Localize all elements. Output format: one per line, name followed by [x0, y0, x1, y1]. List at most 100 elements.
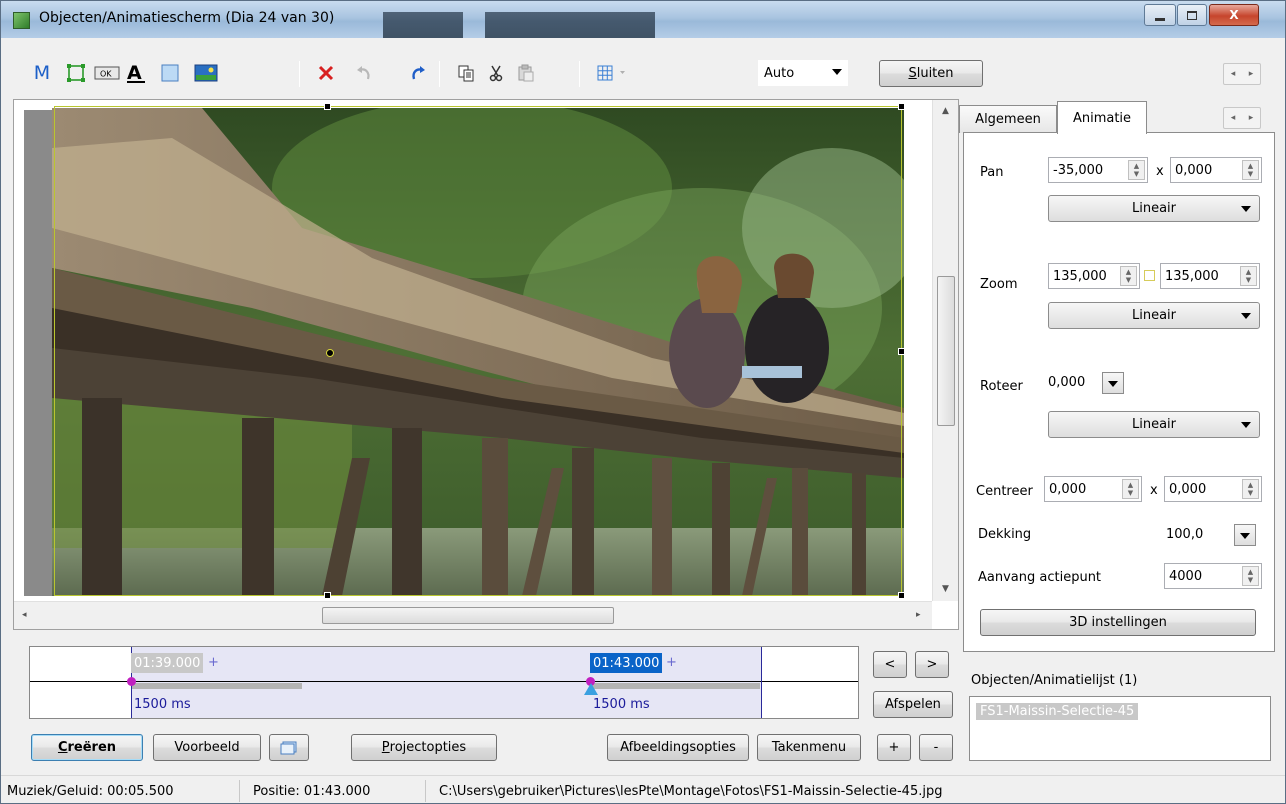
scroll-up-icon[interactable]: ▲	[942, 106, 949, 116]
keyframe-marker[interactable]	[127, 677, 136, 686]
scroll-right-icon[interactable]: ▸	[916, 610, 921, 620]
current-position-marker-icon[interactable]	[584, 683, 598, 695]
keyframe-time-2[interactable]: 01:43.000	[590, 653, 663, 673]
opacity-field[interactable]: 100,0	[1162, 521, 1226, 547]
close-icon: X	[1229, 8, 1239, 22]
add-keyframe-button[interactable]: +	[877, 734, 911, 761]
resize-handle[interactable]	[898, 348, 905, 355]
chevron-down-icon	[1108, 381, 1118, 387]
pan-y-field[interactable]: 0,000 ▲ ▼	[1170, 157, 1262, 183]
minimize-button[interactable]	[1144, 4, 1176, 26]
image-options-button[interactable]: Afbeeldingsopties	[607, 734, 749, 761]
copy-button[interactable]	[453, 59, 479, 87]
undo-button[interactable]	[351, 59, 377, 87]
play-button[interactable]: Afspelen	[873, 691, 953, 718]
resize-handle[interactable]	[898, 103, 905, 110]
vertical-scrollbar[interactable]: ▲ ▼	[932, 100, 958, 601]
chevron-right-icon: >	[926, 657, 938, 672]
center-y-field[interactable]: 0,000 ▲ ▼	[1164, 476, 1262, 502]
project-options-button[interactable]: Projectopties	[351, 734, 497, 761]
object-list-title: Objecten/Animatielijst (1)	[971, 673, 1138, 688]
resize-handle[interactable]	[898, 592, 905, 599]
add-button-object[interactable]: OK	[93, 59, 121, 87]
keyframe-duration-2: 1500 ms	[593, 697, 650, 712]
object-list[interactable]: FS1-Maissin-Selectie-45	[969, 696, 1271, 761]
add-image-button[interactable]	[191, 59, 221, 87]
zoom-x-field[interactable]: 135,000 ▲ ▼	[1048, 263, 1140, 289]
tab-general[interactable]: Algemeen	[959, 105, 1057, 133]
keyframe-timeline[interactable]: 01:39.000 + 01:43.000 + 1500 ms 1500 ms	[29, 646, 859, 719]
opacity-dropdown[interactable]	[1234, 524, 1256, 546]
next-keyframe-button[interactable]: >	[915, 651, 949, 678]
spinner-icon[interactable]: ▲ ▼	[1122, 479, 1139, 499]
horizontal-scroll-thumb[interactable]	[322, 607, 614, 624]
close-button[interactable]: X	[1209, 4, 1259, 26]
minus-icon: -	[933, 740, 939, 755]
spinner-icon[interactable]: ▲ ▼	[1242, 566, 1259, 586]
add-text-button[interactable]: A	[123, 59, 149, 87]
resize-handle[interactable]	[324, 592, 331, 599]
add-rectangle-button[interactable]	[157, 59, 183, 87]
center-x-field[interactable]: 0,000 ▲ ▼	[1044, 476, 1142, 502]
slide-list-button[interactable]	[269, 734, 309, 761]
tab-animation[interactable]: Animatie	[1057, 101, 1147, 134]
close-editor-button[interactable]: Sluiten	[879, 60, 983, 87]
task-menu-button[interactable]: Takenmenu	[757, 734, 861, 761]
zoom-link-checkbox[interactable]	[1144, 270, 1155, 281]
scroll-down-icon[interactable]: ▼	[942, 584, 949, 594]
image-options-label: Afbeeldingsopties	[620, 740, 736, 755]
add-mask-button[interactable]: M	[31, 59, 53, 87]
pan-x-field[interactable]: -35,000 ▲ ▼	[1048, 157, 1148, 183]
redo-button[interactable]	[405, 59, 431, 87]
preview-button[interactable]: Voorbeeld	[153, 734, 261, 761]
delete-button[interactable]	[313, 59, 339, 87]
keyframe-time-1[interactable]: 01:39.000	[131, 653, 204, 673]
grid-icon	[597, 65, 625, 81]
grid-button[interactable]	[593, 59, 635, 87]
title-bar[interactable]: Objecten/Animatiescherm (Dia 24 van 30) …	[1, 1, 1285, 38]
spinner-icon[interactable]: ▲ ▼	[1242, 479, 1259, 499]
vertical-scroll-thumb[interactable]	[937, 276, 955, 426]
start-action-field[interactable]: 4000 ▲ ▼	[1164, 563, 1262, 589]
pan-interpolation-select[interactable]: Lineair	[1048, 195, 1260, 222]
rotate-interpolation-select[interactable]: Lineair	[1048, 411, 1260, 438]
previous-keyframe-button[interactable]: <	[873, 651, 907, 678]
create-button[interactable]: Creëren	[31, 734, 143, 761]
close-editor-label: luiten	[916, 66, 954, 81]
spinner-icon[interactable]: ▲ ▼	[1128, 160, 1145, 180]
zoom-y-field[interactable]: 135,000 ▲ ▼	[1160, 263, 1260, 289]
scroll-left-icon[interactable]: ◂	[22, 610, 27, 620]
toolbar-separator	[299, 61, 300, 87]
rotate-field[interactable]: 0,000	[1044, 369, 1100, 395]
3d-settings-button[interactable]: 3D instellingen	[980, 609, 1256, 636]
center-point-icon[interactable]	[326, 349, 334, 357]
toolbar-scroll-arrows[interactable]: ◂ ▸	[1223, 63, 1261, 85]
slides-icon	[280, 741, 297, 754]
spinner-icon[interactable]: ▲ ▼	[1242, 160, 1259, 180]
slide-canvas[interactable]: ▲ ▼ ◂ ▸	[13, 99, 959, 630]
spinner-icon[interactable]: ▲ ▼	[1120, 266, 1137, 286]
maximize-icon	[1187, 10, 1197, 20]
rotate-dropdown[interactable]	[1102, 372, 1124, 394]
animation-panel: Pan -35,000 ▲ ▼ x 0,000 ▲ ▼ Lineair Zoom 1…	[963, 132, 1275, 652]
3d-settings-label: 3D instellingen	[1069, 615, 1167, 630]
spinner-icon[interactable]: ▲ ▼	[1240, 266, 1257, 286]
photo-object[interactable]	[52, 108, 904, 596]
toolbar-separator	[579, 61, 580, 87]
resize-handle[interactable]	[324, 103, 331, 110]
list-item[interactable]: FS1-Maissin-Selectie-45	[976, 703, 1139, 720]
tab-scroll-arrows[interactable]: ◂ ▸	[1223, 107, 1261, 129]
background-window-glimpse	[485, 12, 655, 38]
mode-select[interactable]: Auto	[757, 59, 849, 87]
zoom-interpolation-select[interactable]: Lineair	[1048, 302, 1260, 329]
remove-keyframe-button[interactable]: -	[919, 734, 953, 761]
create-accel: C	[57, 740, 68, 755]
cut-button[interactable]	[483, 59, 509, 87]
chevron-left-icon: ◂	[1230, 113, 1236, 123]
horizontal-scrollbar[interactable]: ◂ ▸	[14, 601, 932, 629]
rotate-label: Roteer	[980, 379, 1023, 394]
maximize-button[interactable]	[1177, 4, 1207, 26]
create-label: reëren	[67, 740, 117, 755]
paste-button[interactable]	[513, 59, 539, 87]
add-frame-button[interactable]	[63, 59, 89, 87]
